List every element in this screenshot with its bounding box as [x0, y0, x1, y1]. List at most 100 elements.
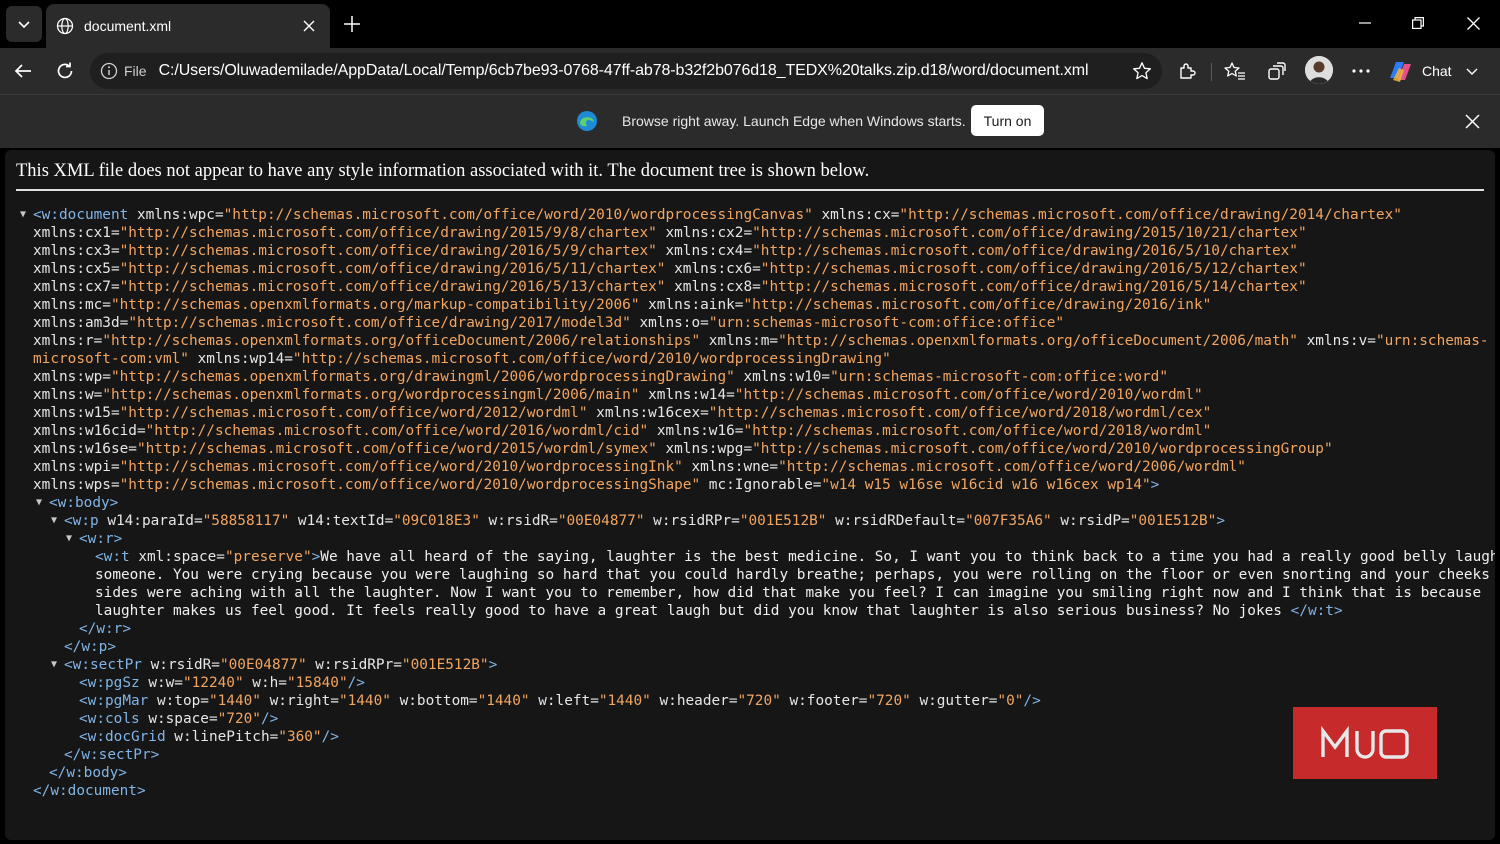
- favorites-icon: [1224, 62, 1245, 80]
- collections-icon: [1268, 62, 1286, 80]
- favorites-button[interactable]: [1220, 56, 1250, 86]
- xml-attr-value: "http://schemas.microsoft.com/office/wor…: [119, 459, 683, 475]
- xml-attr-value: "http://schemas.microsoft.com/office/dra…: [752, 225, 1307, 241]
- xml-tag: </w:sectPr>: [64, 747, 160, 763]
- minimize-icon: [1359, 22, 1371, 24]
- xml-attr-name: xmlns:cx6=: [665, 261, 761, 277]
- xml-tag: >: [1150, 477, 1160, 493]
- xml-attr-name: xmlns:w=: [33, 387, 103, 403]
- xml-attr-value: "urn:schemas-microsoft-com:office:office…: [708, 315, 1065, 331]
- xml-attr-value: "http://schemas.openxmlformats.org/drawi…: [110, 369, 735, 385]
- xml-text: sides were aching with all the laughter.…: [95, 585, 1482, 601]
- xml-attr-value: "1440": [477, 693, 530, 709]
- xml-attr-value: "http://schemas.microsoft.com/office/wor…: [734, 387, 1203, 403]
- info-icon[interactable]: [100, 62, 118, 80]
- collapse-arrow-icon[interactable]: ▼: [51, 656, 57, 674]
- toolbar-separator: [1211, 63, 1212, 81]
- xml-style-notice: This XML file does not appear to have an…: [16, 161, 1484, 191]
- copilot-chat-button[interactable]: Chat: [1386, 54, 1496, 88]
- xml-attr-value: "00E04877": [557, 513, 645, 529]
- back-icon: [14, 64, 31, 78]
- xml-attr-value: "720": [217, 711, 261, 727]
- xml-tag: <w:body>: [49, 495, 119, 511]
- edge-logo-icon: [577, 111, 597, 131]
- xml-attr-name: w:rsidP=: [1051, 513, 1130, 529]
- refresh-icon: [57, 62, 73, 79]
- xml-attr-value: "http://schemas.microsoft.com/office/wor…: [223, 207, 813, 223]
- xml-line: someone. You were crying because you wer…: [5, 566, 1495, 584]
- xml-line: ▼ <w:r>: [5, 530, 1495, 548]
- close-window-button[interactable]: [1456, 8, 1490, 38]
- xml-attr-value: "http://schemas.microsoft.com/office/wor…: [119, 405, 588, 421]
- xml-document-tree: ▼ <w:document xmlns:wpc="http://schemas.m…: [5, 206, 1495, 800]
- xml-attr-name: xmlns:w14=: [639, 387, 735, 403]
- xml-tag: />: [321, 729, 339, 745]
- xml-tag: />: [347, 675, 365, 691]
- collapse-arrow-icon[interactable]: ▼: [51, 512, 57, 530]
- xml-attr-value: "00E04877": [219, 657, 307, 673]
- more-button[interactable]: [1346, 56, 1376, 86]
- xml-attr-name: xmlns:wp14=: [188, 351, 293, 367]
- xml-attr-name: xmlns:wpc=: [128, 207, 224, 223]
- extensions-button[interactable]: [1172, 56, 1202, 86]
- avatar-icon: [1305, 56, 1333, 84]
- xml-line: xmlns:wpi="http://schemas.microsoft.com/…: [5, 458, 1495, 476]
- xml-attr-name: xmlns:wpg=: [656, 441, 753, 457]
- collapse-arrow-icon[interactable]: ▼: [20, 206, 26, 224]
- url-text[interactable]: C:/Users/Oluwademilade/AppData/Local/Tem…: [159, 62, 1089, 80]
- turn-on-button[interactable]: Turn on: [971, 105, 1044, 136]
- xml-attr-value: "http://schemas.microsoft.com/office/dra…: [743, 297, 1212, 313]
- xml-attr-name: xmlns:w16se=: [33, 441, 137, 457]
- xml-attr-value: "1440": [338, 693, 391, 709]
- add-favorite-button[interactable]: [1128, 57, 1156, 85]
- xml-attr-value: "http://schemas.microsoft.com/office/dra…: [752, 243, 1298, 259]
- xml-line: xmlns:cx3= "http://schemas.microsoft.com/…: [5, 242, 1495, 260]
- xml-attr-value: "http://schemas.microsoft.com/office/wor…: [136, 441, 657, 457]
- page-content: This XML file does not appear to have an…: [5, 150, 1495, 840]
- xml-attr-name: xmlns:r=: [33, 333, 103, 349]
- xml-line: xmlns:cx5= "http://schemas.microsoft.com/…: [5, 260, 1495, 278]
- xml-attr-value: "urn:schemas-: [1375, 333, 1489, 349]
- minimize-button[interactable]: [1348, 8, 1382, 38]
- xml-attr-name: xmlns:cx5=: [33, 261, 120, 277]
- xml-tag: <w:cols: [79, 711, 140, 727]
- xml-attr-name: w:left=: [529, 693, 599, 709]
- xml-attr-value: "720": [867, 693, 911, 709]
- xml-line: ▼ <w:document xmlns:wpc="http://schemas.m…: [5, 206, 1495, 224]
- xml-tag: </w:t>: [1290, 603, 1343, 619]
- xml-attr-value: "preserve": [224, 549, 312, 565]
- copilot-icon: [1390, 62, 1411, 82]
- refresh-button[interactable]: [50, 56, 80, 86]
- profile-avatar[interactable]: [1305, 56, 1333, 84]
- banner-message: Browse right away. Launch Edge when Wind…: [622, 113, 966, 129]
- xml-line: ▼ <w:sectPr w:rsidR="00E04877" w:rsidRPr=…: [5, 656, 1495, 674]
- globe-icon: [56, 17, 74, 35]
- xml-attr-name: xmlns:cx3=: [33, 243, 120, 259]
- address-bar[interactable]: File C:/Users/Oluwademilade/AppData/Loca…: [90, 53, 1162, 89]
- restore-button[interactable]: [1401, 8, 1435, 38]
- collapse-arrow-icon[interactable]: ▼: [66, 530, 72, 548]
- xml-attr-value: "http://schemas.microsoft.com/office/dra…: [760, 261, 1307, 277]
- xml-attr-value: "http://schemas.microsoft.com/office/wor…: [292, 351, 891, 367]
- xml-tag: </w:body>: [49, 765, 127, 781]
- xml-tag: </w:p>: [64, 639, 116, 655]
- new-tab-button[interactable]: [338, 10, 366, 38]
- xml-attr-value: "w14 w15 w16se w16cid w16 w16cex wp14": [821, 477, 1151, 493]
- xml-attr-name: w:rsidRDefault=: [826, 513, 966, 529]
- collections-button[interactable]: [1262, 56, 1292, 86]
- plus-icon: [344, 16, 360, 32]
- extensions-icon: [1180, 63, 1196, 79]
- tab-document-xml[interactable]: document.xml: [46, 4, 330, 48]
- xml-attr-value: "http://schemas.microsoft.com/office/wor…: [743, 423, 1212, 439]
- tab-close-button[interactable]: [298, 15, 320, 37]
- back-button[interactable]: [8, 56, 38, 86]
- tab-list-button[interactable]: [6, 6, 42, 42]
- collapse-arrow-icon[interactable]: ▼: [36, 494, 42, 512]
- banner-close-button[interactable]: [1460, 109, 1484, 133]
- xml-attr-name: xmlns:cx=: [812, 207, 900, 223]
- xml-tag: <w:sectPr: [64, 657, 142, 673]
- xml-attr-value: "http://schemas.microsoft.com/office/wor…: [145, 423, 649, 439]
- xml-line: <w:t xml:space="preserve">We have all he…: [5, 548, 1495, 566]
- xml-attr-name: xmlns:wp=: [33, 369, 111, 385]
- xml-attr-name: xmlns:cx7=: [33, 279, 120, 295]
